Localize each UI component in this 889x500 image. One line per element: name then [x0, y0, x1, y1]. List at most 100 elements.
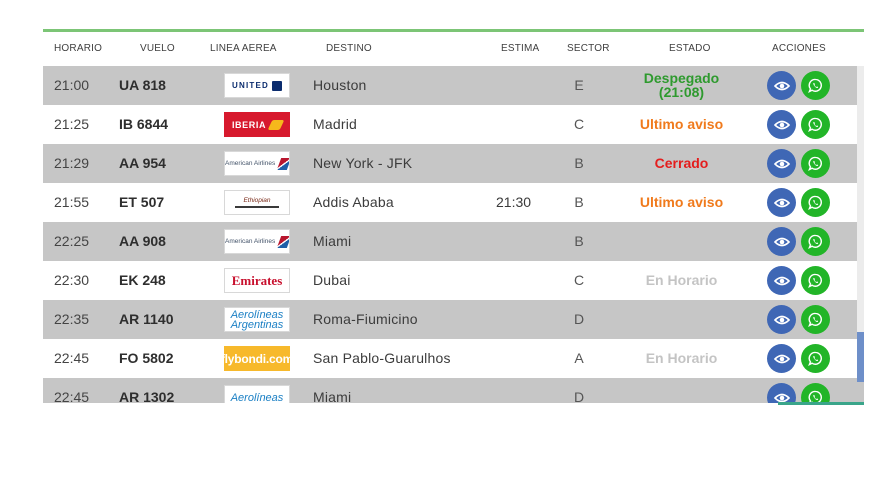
american-eagle-icon	[277, 235, 289, 248]
whatsapp-icon	[808, 117, 822, 132]
table-row[interactable]: 22:30 EK 248 Emirates Dubai C En Horario	[43, 261, 864, 300]
airline-logo: Aerolíneas	[224, 385, 290, 403]
united-globe-icon	[271, 80, 282, 91]
whatsapp-icon	[808, 78, 822, 93]
eye-icon	[773, 198, 790, 207]
column-header-estimate: ESTIMA	[501, 43, 540, 54]
flight-time: 21:55	[54, 194, 90, 210]
table-row[interactable]: 22:45 FO 5802 flybondi.com San Pablo-Gua…	[43, 339, 864, 378]
flight-time: 21:00	[54, 77, 90, 93]
flight-time: 22:45	[54, 389, 90, 403]
flight-status	[623, 378, 740, 403]
flight-time: 22:30	[54, 272, 90, 288]
view-flight-button[interactable]	[767, 344, 796, 373]
view-flight-button[interactable]	[767, 305, 796, 334]
flight-sector: D	[573, 311, 585, 327]
airline-logo: Aerolíneas Argentinas	[224, 307, 290, 332]
flight-number: FO 5802	[119, 350, 174, 366]
whatsapp-share-button[interactable]	[801, 110, 830, 139]
flight-number: ET 507	[119, 194, 165, 210]
flight-status	[623, 222, 740, 261]
airline-logo: UNITED	[224, 73, 290, 98]
scrollbar-thumb[interactable]	[857, 332, 864, 382]
flight-number: EK 248	[119, 272, 166, 288]
view-flight-button[interactable]	[767, 71, 796, 100]
table-row[interactable]: 21:00 UA 818 UNITED Houston E Despegado …	[43, 66, 864, 105]
table-row[interactable]: 22:35 AR 1140 Aerolíneas Argentinas Roma…	[43, 300, 864, 339]
eye-icon	[773, 276, 790, 285]
table-row[interactable]: 22:25 AA 908 American Airlines Miami B	[43, 222, 864, 261]
table-row[interactable]: 21:25 IB 6844 IBERIA Madrid C Ultimo avi…	[43, 105, 864, 144]
flight-time: 21:29	[54, 155, 90, 171]
eye-icon	[773, 120, 790, 129]
view-flight-button[interactable]	[767, 227, 796, 256]
whatsapp-share-button[interactable]	[801, 383, 830, 403]
column-header-destination: DESTINO	[326, 43, 372, 54]
table-row[interactable]: 22:45 AR 1302 Aerolíneas Miami D	[43, 378, 864, 403]
whatsapp-icon	[808, 156, 822, 171]
flight-sector: C	[573, 116, 585, 132]
flight-sector: E	[574, 77, 584, 93]
whatsapp-share-button[interactable]	[801, 266, 830, 295]
column-header-time: HORARIO	[54, 43, 103, 54]
airline-logo: American Airlines	[224, 229, 290, 254]
flight-time: 22:45	[54, 350, 90, 366]
view-flight-button[interactable]	[767, 266, 796, 295]
american-eagle-icon	[277, 157, 289, 170]
view-flight-button[interactable]	[767, 188, 796, 217]
flights-board: HORARIO VUELO LINEA AEREA DESTINO ESTIMA…	[43, 29, 864, 403]
flight-status: En Horario	[645, 350, 718, 366]
flight-number: UA 818	[119, 77, 166, 93]
airline-logo: flybondi.com	[224, 346, 290, 371]
whatsapp-share-button[interactable]	[801, 227, 830, 256]
flight-number: AR 1140	[119, 311, 174, 327]
flight-status: En Horario	[645, 272, 718, 288]
eye-icon	[773, 315, 790, 324]
footer-accent-line	[778, 402, 864, 405]
whatsapp-share-button[interactable]	[801, 188, 830, 217]
flight-number: IB 6844	[119, 116, 169, 132]
column-header-status: ESTADO	[669, 43, 711, 54]
whatsapp-icon	[808, 195, 822, 210]
flight-sector: A	[574, 350, 584, 366]
flight-number: AA 908	[119, 233, 166, 249]
whatsapp-share-button[interactable]	[801, 71, 830, 100]
flight-status-detail: (21:08)	[658, 84, 705, 100]
flight-destination: San Pablo-Guarulhos	[313, 350, 451, 366]
airline-logo: American Airlines	[224, 151, 290, 176]
column-header-actions: ACCIONES	[772, 43, 826, 54]
whatsapp-share-button[interactable]	[801, 305, 830, 334]
whatsapp-share-button[interactable]	[801, 344, 830, 373]
airline-logo: IBERIA	[224, 112, 290, 137]
flight-destination: Miami	[313, 389, 352, 403]
view-flight-button[interactable]	[767, 149, 796, 178]
column-header-airline: LINEA AEREA	[210, 43, 277, 54]
whatsapp-icon	[808, 312, 822, 327]
airline-logo: Emirates	[224, 268, 290, 293]
ethiopian-stripe	[235, 206, 279, 208]
flight-destination: Dubai	[313, 272, 351, 288]
table-row[interactable]: 21:29 AA 954 American Airlines New York …	[43, 144, 864, 183]
flight-number: AR 1302	[119, 389, 175, 403]
flight-sector: B	[574, 233, 584, 249]
flight-number: AA 954	[119, 155, 166, 171]
flight-destination: Roma-Fiumicino	[313, 311, 418, 327]
whatsapp-icon	[808, 234, 822, 249]
whatsapp-share-button[interactable]	[801, 149, 830, 178]
flight-destination: Houston	[313, 77, 367, 93]
flight-destination: Addis Ababa	[313, 194, 394, 210]
flight-estimate: 21:30	[496, 194, 532, 210]
flight-destination: Miami	[313, 233, 352, 249]
eye-icon	[773, 237, 790, 246]
flight-time: 22:25	[54, 233, 90, 249]
table-row[interactable]: 21:55 ET 507 Ethiopian Addis Ababa 21:30…	[43, 183, 864, 222]
airline-logo: Ethiopian	[224, 190, 290, 215]
flight-status: Ultimo aviso	[639, 194, 724, 210]
view-flight-button[interactable]	[767, 110, 796, 139]
whatsapp-icon	[808, 351, 822, 366]
table-header: HORARIO VUELO LINEA AEREA DESTINO ESTIMA…	[43, 32, 864, 66]
view-flight-button[interactable]	[767, 383, 796, 403]
whatsapp-icon	[808, 273, 822, 288]
column-header-flight: VUELO	[140, 43, 175, 54]
flight-status: Despegado (21:08)	[623, 71, 740, 101]
